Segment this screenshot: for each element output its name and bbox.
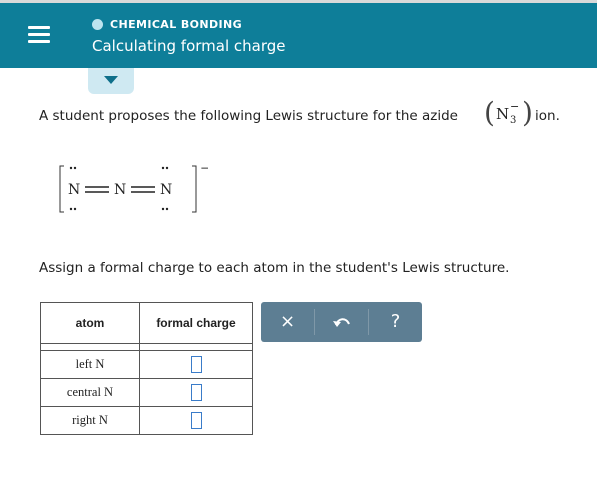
atom-label: left N xyxy=(40,350,140,379)
top-border xyxy=(0,0,597,3)
undo-button[interactable] xyxy=(315,302,368,342)
formula-charge: − xyxy=(510,100,520,113)
left-bracket xyxy=(59,165,64,213)
left-n-atom: N xyxy=(68,182,80,198)
formula-symbol: N xyxy=(496,105,510,123)
question-tail: ion. xyxy=(535,108,560,124)
clear-button[interactable]: × xyxy=(261,302,314,342)
menu-icon[interactable] xyxy=(28,26,50,44)
formal-charge-table: atom formal charge left N central N righ… xyxy=(40,302,253,435)
table-row: left N xyxy=(40,350,253,379)
table-row: central N xyxy=(40,378,253,407)
header-bar: CHEMICAL BONDING Calculating formal char… xyxy=(0,0,597,68)
formal-charge-column-header: formal charge xyxy=(139,302,253,344)
atom-label: central N xyxy=(40,378,140,407)
lewis-structure: − N N N xyxy=(59,161,208,213)
right-n-charge-input[interactable] xyxy=(190,412,202,429)
answer-toolbar: × ? xyxy=(261,302,422,342)
right-bracket xyxy=(192,165,197,213)
expand-toggle-button[interactable] xyxy=(88,68,134,94)
right-paren: ) xyxy=(522,96,533,129)
formula-subscript: 3 xyxy=(510,115,517,126)
table-row: right N xyxy=(40,406,253,435)
help-button[interactable]: ? xyxy=(369,302,422,342)
section-label: CHEMICAL BONDING xyxy=(110,18,243,31)
atom-column-header: atom xyxy=(40,302,140,344)
atom-label: right N xyxy=(40,406,140,435)
status-dot xyxy=(92,19,103,30)
undo-icon xyxy=(333,318,350,327)
page-title: Calculating formal charge xyxy=(92,37,286,55)
azide-formula: ( N − 3 ) xyxy=(484,96,533,130)
help-icon: ? xyxy=(390,311,401,332)
central-n-charge-input[interactable] xyxy=(190,384,202,401)
close-icon: × xyxy=(279,311,296,332)
chevron-down-icon xyxy=(104,76,118,84)
central-n-atom: N xyxy=(114,182,126,198)
right-n-atom: N xyxy=(160,182,172,198)
instruction-text: Assign a formal charge to each atom in t… xyxy=(39,260,510,276)
left-paren: ( xyxy=(484,96,495,129)
left-n-charge-input[interactable] xyxy=(190,356,202,373)
question-text: A student proposes the following Lewis s… xyxy=(39,108,458,124)
structure-charge: − xyxy=(200,161,208,175)
